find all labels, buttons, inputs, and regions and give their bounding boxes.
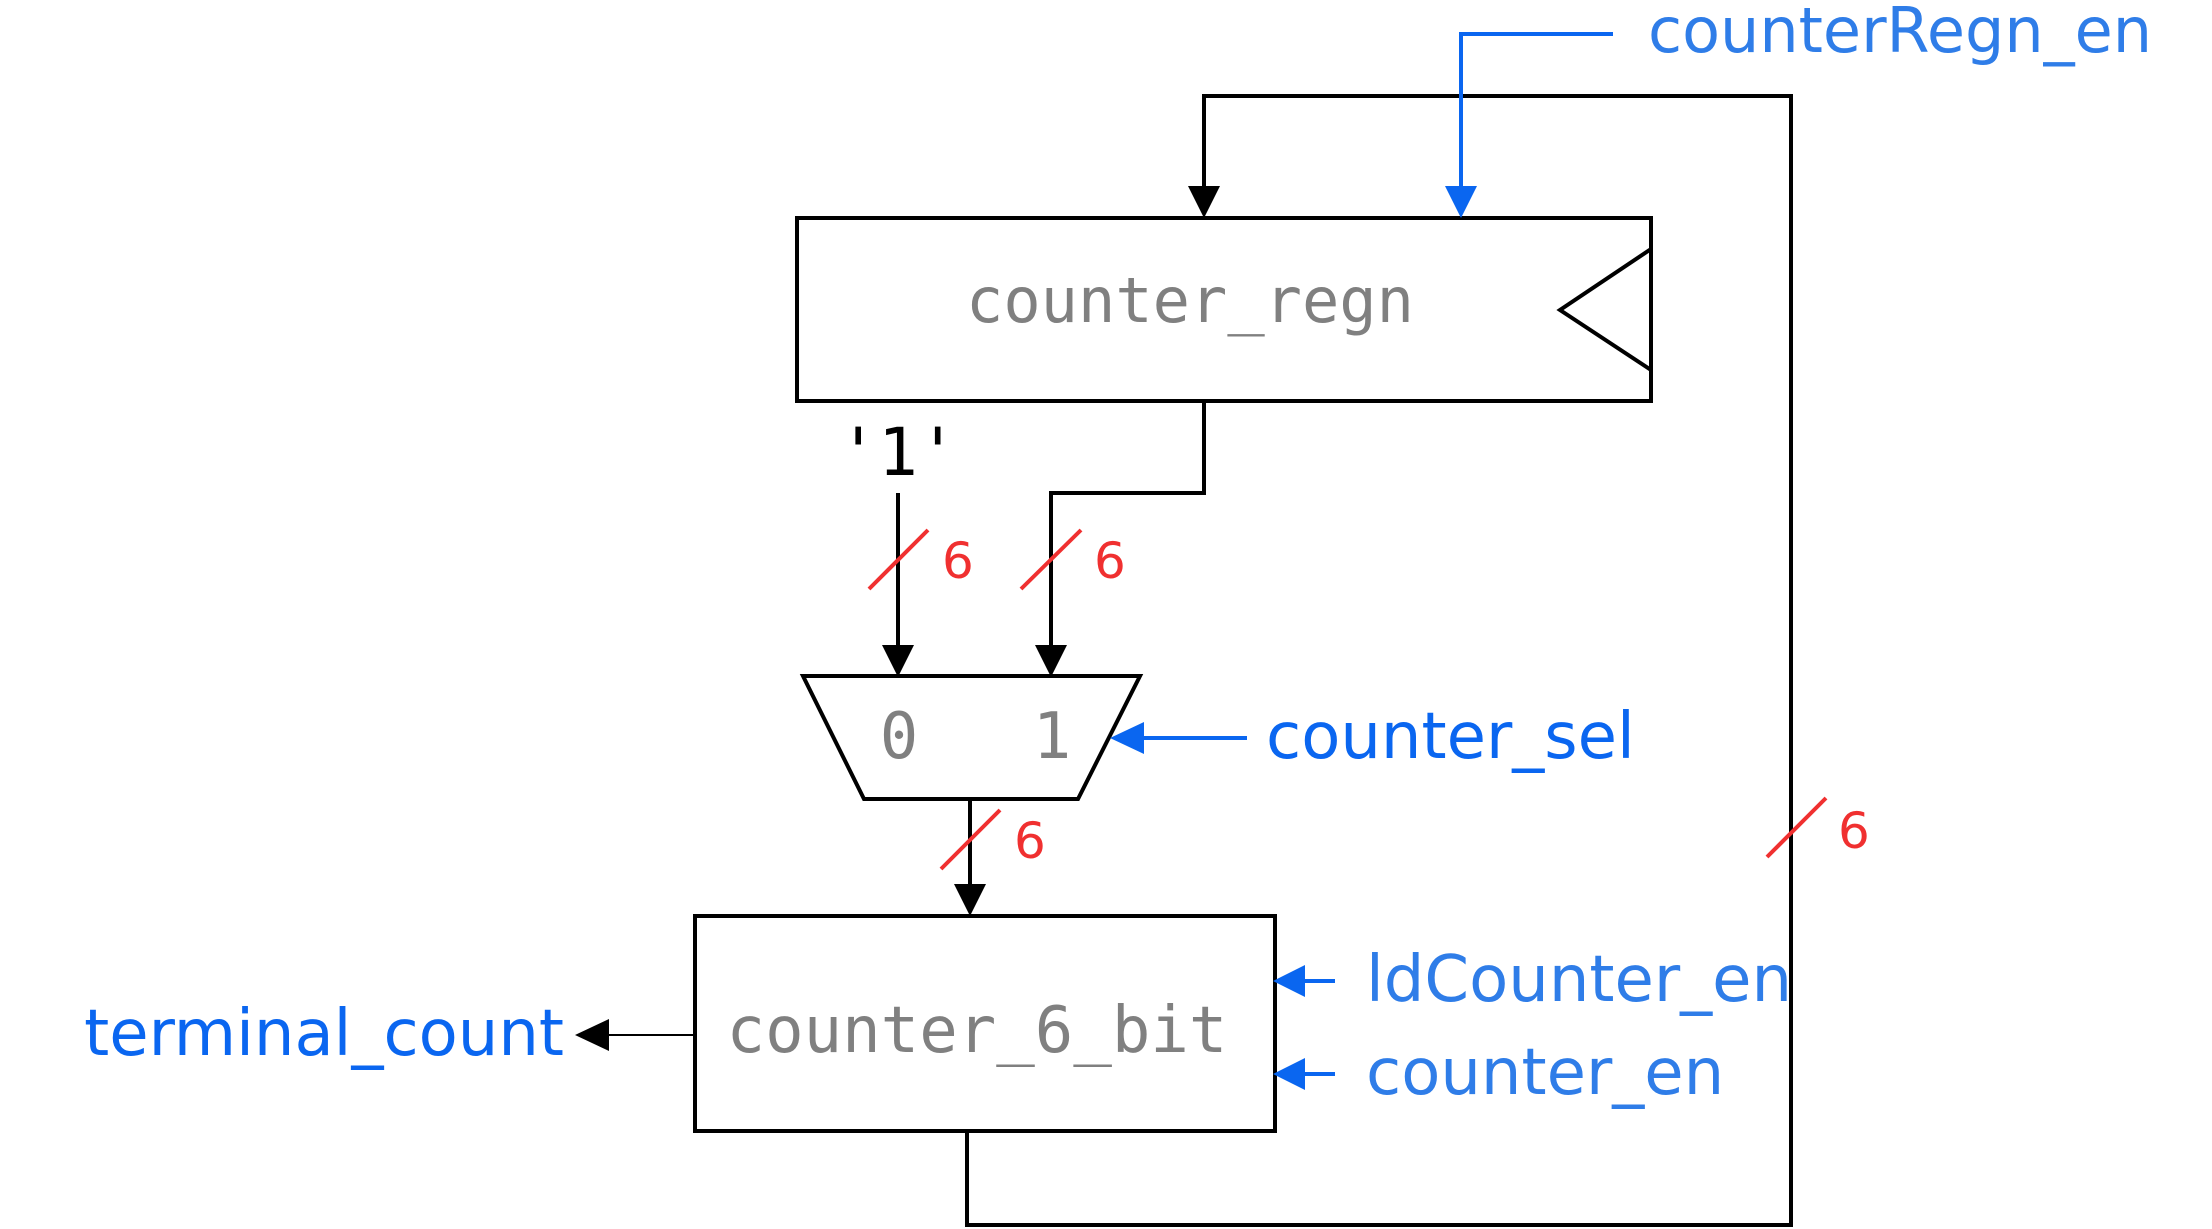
bus-width-const-label: 6 bbox=[942, 532, 974, 590]
ld-counter-en-label: ldCounter_en bbox=[1366, 943, 1792, 1017]
regn-to-mux-wire bbox=[1049, 401, 1206, 660]
feedback-arrowhead bbox=[1188, 186, 1220, 218]
counter-6-bit-label: counter_6_bit bbox=[727, 994, 1228, 1068]
bus-slash-feedback bbox=[1765, 796, 1828, 859]
terminal-count-arrowhead bbox=[575, 1019, 609, 1051]
datapath-diagram: counter_regn 0 1 counter_6_bit '1' count… bbox=[84, 0, 2152, 1227]
terminal-count-label: terminal_count bbox=[84, 997, 564, 1071]
mux-input-0-label: 0 bbox=[880, 700, 919, 774]
counter-regn-label: counter_regn bbox=[966, 264, 1414, 337]
counter-regn-en-label: counterRegn_en bbox=[1648, 0, 2152, 67]
counter-regn-en-wire bbox=[1459, 32, 1613, 202]
constant-one-label: '1' bbox=[838, 414, 957, 491]
ld-counter-en-arrowhead bbox=[1273, 965, 1305, 997]
counter-regn-en-arrowhead bbox=[1445, 186, 1477, 218]
bus-width-feedback-label: 6 bbox=[1838, 802, 1870, 860]
mux-trapezoid bbox=[799, 674, 1144, 801]
regn-to-mux-arrowhead bbox=[1035, 645, 1067, 677]
counter-en-arrowhead bbox=[1273, 1058, 1305, 1090]
mux-input-1-label: 1 bbox=[1033, 700, 1072, 774]
bus-width-regn-label: 6 bbox=[1094, 532, 1126, 590]
mux-to-counter-arrowhead bbox=[954, 884, 986, 916]
const-to-mux-arrowhead bbox=[882, 645, 914, 677]
bus-width-mux-out-label: 6 bbox=[1014, 812, 1046, 870]
counter-sel-label: counter_sel bbox=[1266, 700, 1635, 774]
counter-en-label: counter_en bbox=[1366, 1036, 1724, 1110]
